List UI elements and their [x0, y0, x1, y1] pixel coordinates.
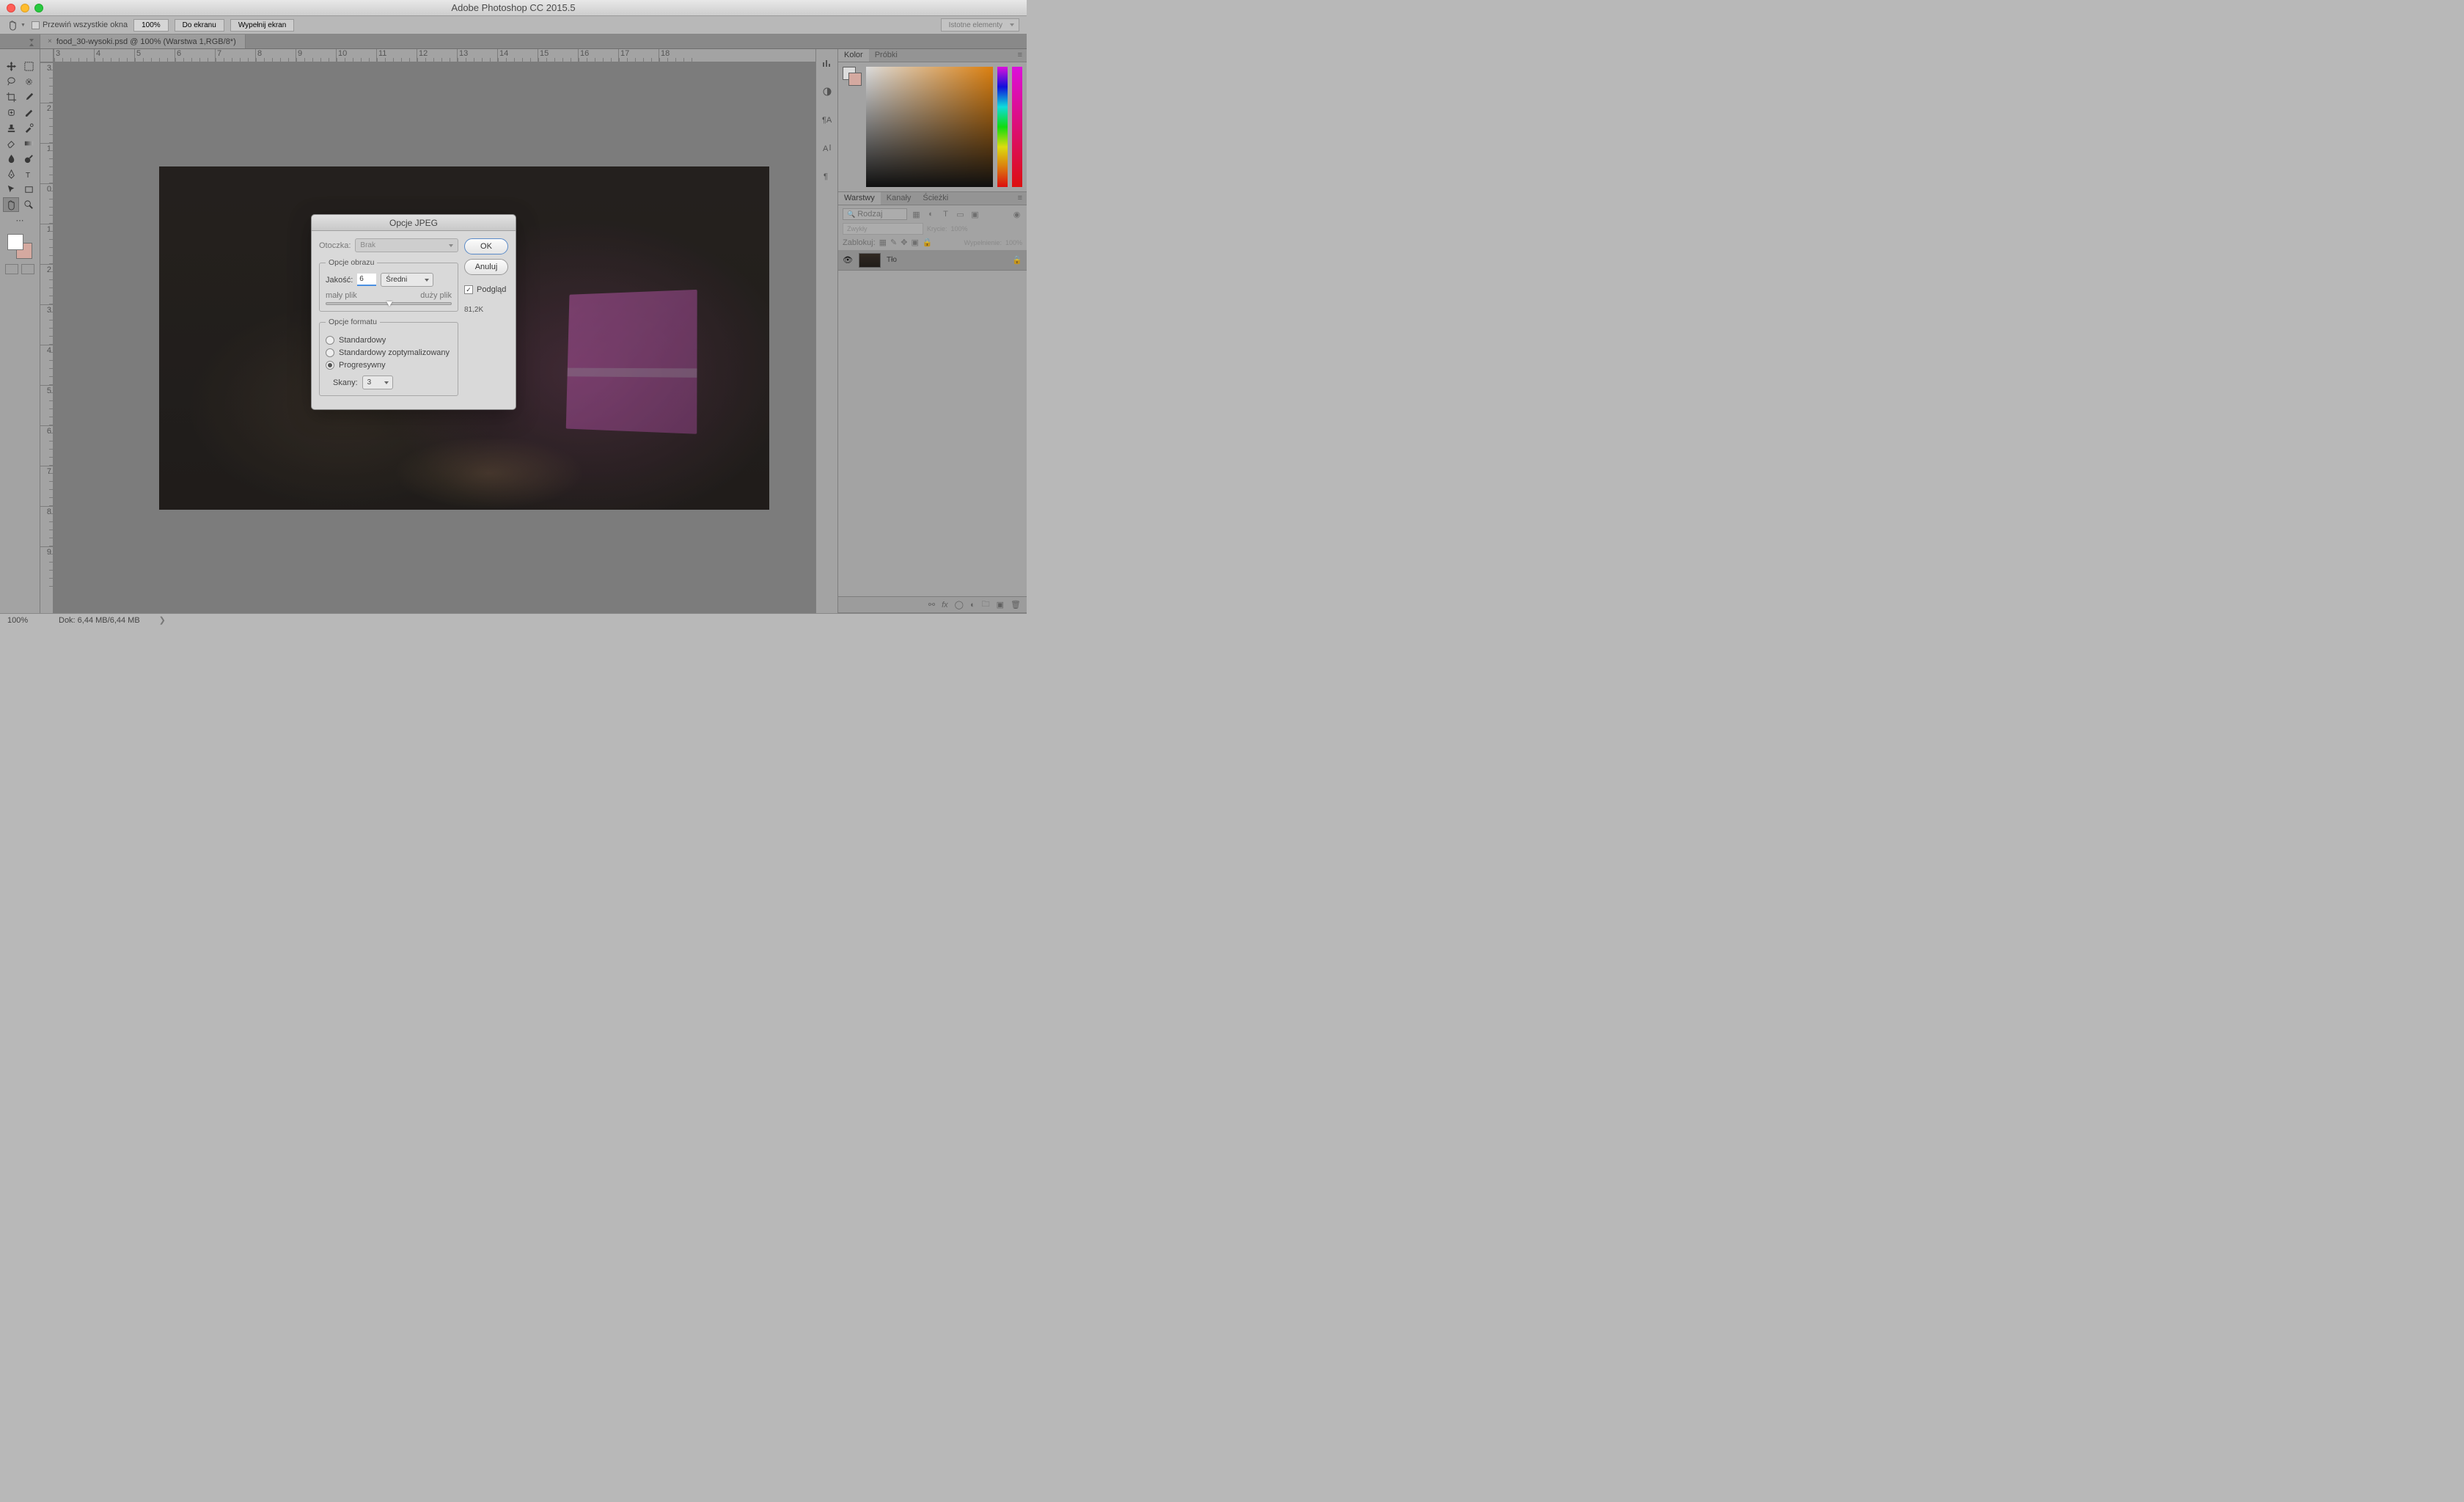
- radio-baseline[interactable]: Standardowy: [326, 336, 452, 345]
- jpeg-options-dialog: Opcje JPEG Otoczka: Brak Opcje obrazu Ja…: [311, 214, 516, 410]
- status-zoom[interactable]: 100%: [7, 616, 44, 625]
- cancel-button[interactable]: Anuluj: [464, 259, 508, 275]
- scans-label: Skany:: [333, 378, 358, 387]
- matte-select[interactable]: Brak: [355, 238, 458, 252]
- format-options-fieldset: Opcje formatu Standardowy Standardowy zo…: [319, 318, 458, 396]
- format-options-legend: Opcje formatu: [326, 318, 380, 326]
- quality-slider[interactable]: [326, 302, 452, 305]
- workspace-switcher[interactable]: Istotne elementy: [941, 18, 1019, 32]
- quality-input[interactable]: [357, 274, 376, 286]
- options-bar: ▼ Przewiń wszystkie okna 100% Do ekranu …: [0, 16, 1027, 34]
- radio-progressive[interactable]: Progresywny: [326, 361, 452, 370]
- dialog-title: Opcje JPEG: [312, 215, 516, 231]
- quality-label: Jakość:: [326, 276, 353, 285]
- large-file-label: duży plik: [420, 291, 452, 300]
- preview-checkbox[interactable]: ✓ Podgląd: [464, 285, 508, 294]
- scans-select[interactable]: 3: [362, 376, 393, 389]
- status-menu-icon[interactable]: ❯: [159, 615, 166, 625]
- image-options-fieldset: Opcje obrazu Jakość: Średni mały plik du…: [319, 258, 458, 312]
- slider-thumb-icon[interactable]: [386, 301, 392, 307]
- radio-optimized[interactable]: Standardowy zoptymalizowany: [326, 348, 452, 357]
- matte-label: Otoczka:: [319, 241, 351, 250]
- status-bar: 100% Dok: 6,44 MB/6,44 MB ❯: [0, 613, 1027, 626]
- scroll-all-label: Przewiń wszystkie okna: [43, 21, 128, 29]
- fit-screen-button[interactable]: Do ekranu: [175, 19, 224, 32]
- ok-button[interactable]: OK: [464, 238, 508, 254]
- fill-screen-button[interactable]: Wypełnij ekran: [230, 19, 295, 32]
- image-options-legend: Opcje obrazu: [326, 258, 377, 267]
- foreground-swatch[interactable]: [7, 234, 23, 250]
- quality-preset-select[interactable]: Średni: [381, 273, 433, 287]
- filesize-readout: 81,2K: [464, 306, 508, 314]
- small-file-label: mały plik: [326, 291, 357, 300]
- zoom-percent-field[interactable]: 100%: [133, 19, 169, 32]
- current-tool-icon[interactable]: ▼: [7, 20, 26, 31]
- titlebar: Adobe Photoshop CC 2015.5: [0, 0, 1027, 16]
- app-title: Adobe Photoshop CC 2015.5: [0, 2, 1027, 13]
- status-document-size[interactable]: Dok: 6,44 MB/6,44 MB: [59, 616, 140, 625]
- scroll-all-windows-checkbox[interactable]: Przewiń wszystkie okna: [32, 21, 128, 29]
